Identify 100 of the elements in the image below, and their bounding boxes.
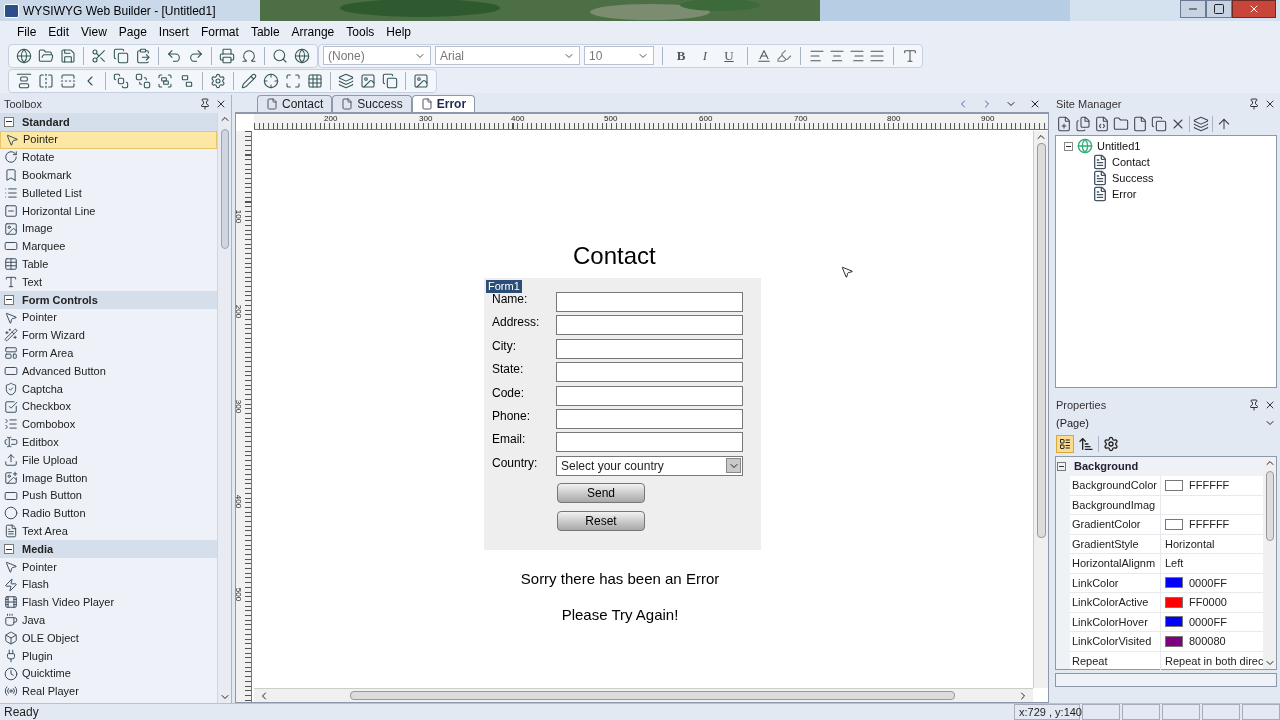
page-tab[interactable]: Success xyxy=(332,95,412,112)
scroll-thumb[interactable] xyxy=(220,129,229,249)
toolbox-item[interactable]: Plugin xyxy=(0,646,217,665)
input-field[interactable] xyxy=(556,315,743,336)
input-field[interactable] xyxy=(556,432,743,453)
toolbox-item[interactable]: Bookmark xyxy=(0,166,217,185)
copy-icon[interactable] xyxy=(382,72,398,89)
property-value[interactable]: 0000FF xyxy=(1189,613,1227,630)
toolbox-item[interactable]: Form Area xyxy=(0,344,217,363)
toolbox-item[interactable]: Marquee xyxy=(0,237,217,256)
toolbox-item[interactable]: Advanced Button xyxy=(0,362,217,380)
toolbox-item[interactable]: Rotate xyxy=(0,148,217,167)
menu-item[interactable]: Arrange xyxy=(286,23,340,41)
scrollbar[interactable] xyxy=(217,113,231,703)
menu-item[interactable]: View xyxy=(76,23,112,41)
redo-icon[interactable] xyxy=(188,47,204,64)
property-value[interactable]: Repeat in both direc xyxy=(1165,652,1264,669)
paste-icon[interactable] xyxy=(135,47,151,64)
toolbox-item[interactable]: Horizontal Line xyxy=(0,202,217,220)
collapse-toggle[interactable] xyxy=(4,116,14,127)
toolbox-item[interactable]: Image Button xyxy=(0,468,217,487)
pin-icon[interactable] xyxy=(1248,98,1260,110)
resize-icon[interactable] xyxy=(285,72,301,89)
layers-icon[interactable] xyxy=(1193,116,1209,132)
collapse-toggle[interactable] xyxy=(4,294,14,305)
image-icon[interactable] xyxy=(413,72,429,89)
input-field[interactable] xyxy=(556,362,743,383)
align-icon[interactable] xyxy=(16,72,32,89)
pages-icon[interactable] xyxy=(1075,116,1091,132)
toolbox-item[interactable]: Flash Video Player xyxy=(0,593,217,612)
ungroup-icon[interactable] xyxy=(179,72,195,89)
maximize-button[interactable] xyxy=(1206,0,1232,18)
close-icon[interactable] xyxy=(215,98,227,110)
scrollbar[interactable] xyxy=(254,688,1033,702)
scroll-thumb[interactable] xyxy=(1265,471,1274,541)
toolbox-item[interactable]: Editbox xyxy=(0,433,217,452)
toolbox-item[interactable]: Image xyxy=(0,219,217,238)
cut-icon[interactable] xyxy=(91,47,107,64)
dropdown[interactable]: 10 xyxy=(584,46,654,65)
input-field[interactable] xyxy=(556,409,743,429)
toolbox-item[interactable]: Text Area xyxy=(0,522,217,541)
dropdown-arrow-button[interactable] xyxy=(726,458,741,474)
form-button[interactable]: Send xyxy=(557,483,645,503)
toolbox-item[interactable]: Radio Button xyxy=(0,504,217,523)
globe-icon[interactable] xyxy=(294,47,310,64)
menu-item[interactable]: Table xyxy=(245,23,285,41)
font-color-icon[interactable] xyxy=(756,47,772,64)
toolbox-item[interactable]: Bulleted List xyxy=(0,184,217,202)
highlighter-icon[interactable] xyxy=(776,47,792,64)
toolbox-item[interactable]: Text xyxy=(0,273,217,291)
scrollbar[interactable] xyxy=(1033,131,1048,688)
code-page-icon[interactable] xyxy=(1094,116,1110,132)
new-page-icon[interactable] xyxy=(1056,116,1072,132)
tree-item[interactable]: Contact xyxy=(1112,153,1150,171)
pencil-icon[interactable] xyxy=(241,72,257,89)
menu-item[interactable]: Page xyxy=(113,23,152,41)
format-button[interactable]: B xyxy=(671,45,691,66)
close-icon[interactable] xyxy=(1029,98,1041,110)
format-button[interactable]: U xyxy=(719,45,739,66)
toolbox-item[interactable]: File Upload xyxy=(0,451,217,469)
save-icon[interactable] xyxy=(60,47,76,64)
form-button[interactable]: Reset xyxy=(557,511,645,531)
undo-icon[interactable] xyxy=(166,47,182,64)
style-icon[interactable] xyxy=(902,47,918,64)
country-select[interactable]: Select your country xyxy=(556,455,743,476)
menu-item[interactable]: Help xyxy=(381,23,416,41)
layers-icon[interactable] xyxy=(338,72,354,89)
toolbox-item[interactable]: Java xyxy=(0,611,217,630)
property-value[interactable]: Left xyxy=(1165,555,1184,572)
tree-item[interactable]: Untitled1 xyxy=(1097,137,1141,155)
toolbox-item[interactable]: Pointer xyxy=(0,557,217,576)
printer-icon[interactable] xyxy=(219,47,235,64)
toolbox-item[interactable]: OLE Object xyxy=(0,629,217,647)
image-icon[interactable] xyxy=(360,72,376,89)
form-area[interactable]: Form1 Name: Address: City: State: Code: Phone: Email: Country: Select your country Send Reset xyxy=(484,278,761,550)
object-select[interactable]: (Page) xyxy=(1052,414,1280,432)
scroll-thumb[interactable] xyxy=(350,691,955,700)
toolbox-item[interactable]: Quicktime xyxy=(0,664,217,683)
pin-icon[interactable] xyxy=(1248,399,1260,411)
toolbox-item[interactable]: Combobox xyxy=(0,415,217,434)
menu-item[interactable]: Tools xyxy=(341,23,380,41)
back-icon[interactable] xyxy=(135,72,151,89)
format-button[interactable]: I xyxy=(695,45,715,66)
toolbox-item[interactable]: Push Button xyxy=(0,486,217,505)
toolbox-item[interactable]: Checkbox xyxy=(0,397,217,416)
close-icon[interactable] xyxy=(1264,399,1276,411)
input-field[interactable] xyxy=(556,292,743,312)
tree-item[interactable]: Error xyxy=(1112,185,1137,203)
toolbox-item[interactable]: Flash xyxy=(0,575,217,594)
group-icon[interactable] xyxy=(157,72,173,89)
omega-icon[interactable] xyxy=(241,47,257,64)
property-value[interactable]: FFFFFF xyxy=(1189,516,1230,533)
toolbox-item[interactable]: Form Wizard xyxy=(0,326,217,345)
menu-item[interactable]: File xyxy=(12,23,42,41)
property-value[interactable]: 800080 xyxy=(1189,633,1226,650)
close-icon[interactable] xyxy=(1264,98,1276,110)
front-icon[interactable] xyxy=(113,72,129,89)
property-value[interactable]: Horizontal xyxy=(1165,535,1215,552)
tree-item[interactable]: Success xyxy=(1112,169,1154,187)
copy-icon[interactable] xyxy=(1151,116,1167,132)
